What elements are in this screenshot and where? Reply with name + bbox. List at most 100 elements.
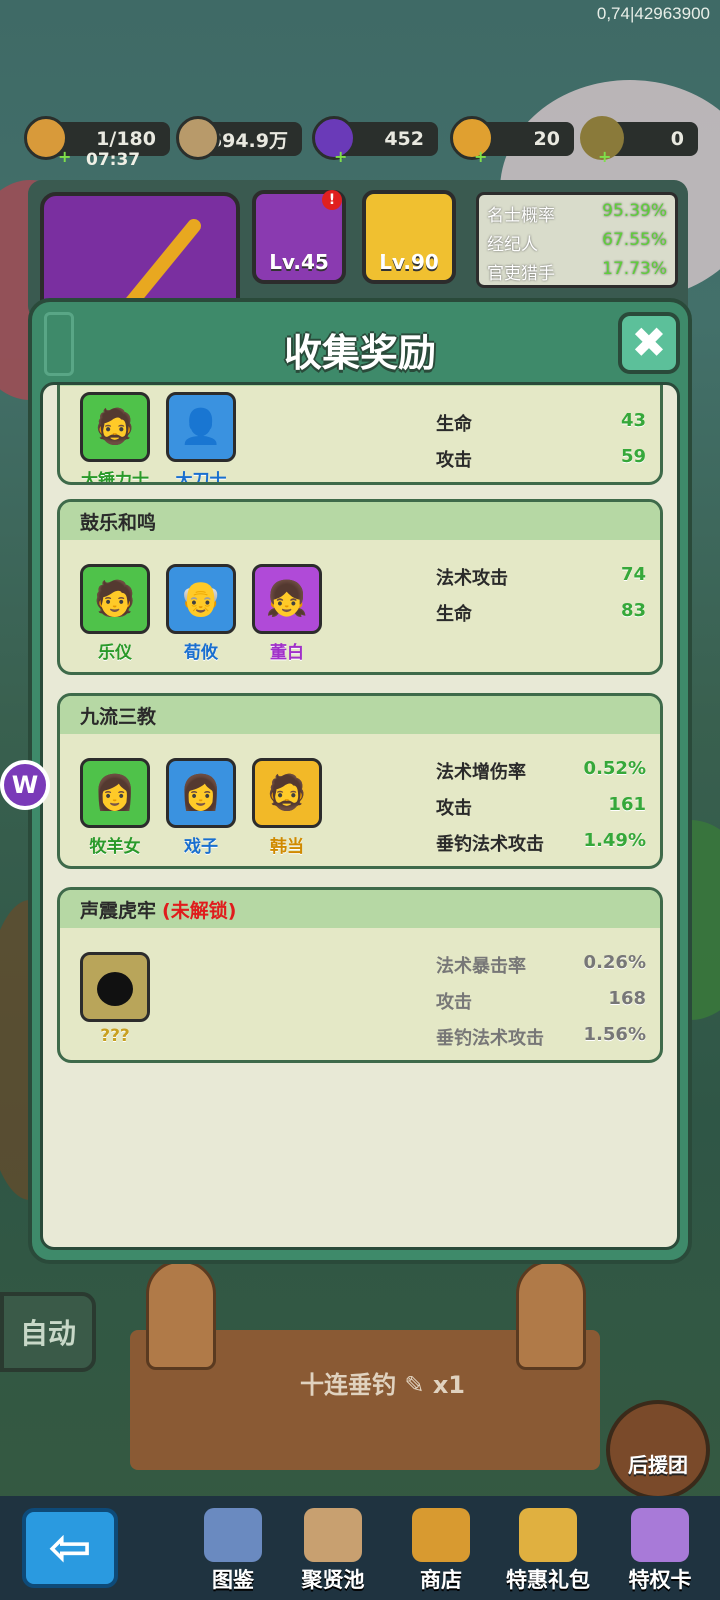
stat-value: 1.56% <box>583 1024 646 1045</box>
stat-value: 43 <box>620 410 646 431</box>
alert-badge-icon: ! <box>322 190 342 210</box>
hero-name: 大锤力士 <box>81 471 149 485</box>
add-stamina-icon[interactable]: + <box>58 149 72 165</box>
card-header <box>60 385 660 386</box>
top-stat-row: 官吏猎手 17.73% <box>487 259 667 288</box>
stat-label: 攻击 <box>436 992 472 1013</box>
back-button[interactable]: ⇦ <box>22 1508 118 1588</box>
stat-row: 攻击 168 <box>436 988 646 1014</box>
floating-w-badge[interactable]: W <box>0 760 50 810</box>
stat-label: 垂钓法术攻击 <box>436 834 544 855</box>
hero-name: 牧羊女 <box>89 837 141 857</box>
tab-label: 聚贤池 <box>301 1568 365 1592</box>
top-stat-value: 67.55% <box>602 230 667 250</box>
badge-letter: W <box>11 771 39 799</box>
hero-portrait-icon: 🧑 <box>80 564 150 634</box>
scroll-map-icon <box>304 1508 362 1562</box>
hero-slot[interactable]: 👤 大刀士 <box>166 392 236 485</box>
card-header: 九流三教 <box>60 696 660 734</box>
hero-slot[interactable]: 👩 牧羊女 <box>80 758 150 857</box>
tab-privilege-card[interactable]: 特权卡 <box>610 1500 710 1600</box>
hero-name: 董白 <box>270 643 304 663</box>
collection-list[interactable]: 🧔 大锤力士 👤 大刀士 生命 43 攻击 59 鼓乐和鸣 🧑 乐仪 👴 荀攸 👧 <box>40 382 680 1250</box>
top-stat-label: 名士概率 <box>487 206 555 226</box>
tab-label: 商店 <box>420 1568 462 1592</box>
tab-label: 特惠礼包 <box>506 1568 590 1592</box>
stat-value: 0.26% <box>583 952 646 973</box>
ten-cast-count: x1 <box>432 1371 466 1399</box>
top-stat-value: 95.39% <box>602 201 667 221</box>
hero-slot[interactable]: 👩 戏子 <box>166 758 236 857</box>
stat-value: 74 <box>620 564 646 585</box>
stat-label: 法术攻击 <box>436 568 508 589</box>
book-icon <box>204 1508 262 1562</box>
card-header: 声震虎牢 (未解锁) <box>60 890 660 928</box>
collection-card-locked: 声震虎牢 (未解锁) ??? 法术暴击率 0.26% 攻击 168 垂钓法术攻击 1.5… <box>57 887 663 1063</box>
stat-label: 攻击 <box>436 798 472 819</box>
auto-button[interactable]: 自动 <box>0 1292 96 1372</box>
hero-slot[interactable]: 👧 董白 <box>252 564 322 663</box>
top-stats-panel: 名士概率 95.39% 经纪人 67.55% 官吏猎手 17.73% <box>476 192 678 288</box>
hero-slot[interactable]: 🧔 韩当 <box>252 758 322 857</box>
add-rods-icon[interactable]: + <box>598 149 612 165</box>
rods-value: 0 <box>670 128 684 150</box>
silhouette-icon <box>80 952 150 1022</box>
close-button[interactable]: ✖ <box>618 312 680 374</box>
tab-shop[interactable]: 商店 <box>398 1500 484 1600</box>
tab-special-pack[interactable]: 特惠礼包 <box>500 1500 596 1600</box>
hero-name: 荀攸 <box>184 643 218 663</box>
modal-title: 收集奖励 <box>283 331 436 375</box>
tab-codex[interactable]: 图鉴 <box>190 1500 276 1600</box>
top-stat-value: 17.73% <box>602 259 667 279</box>
ten-cast-button[interactable]: 十连垂钓 ✎ x1 <box>300 1365 465 1400</box>
stat-label: 生命 <box>436 414 472 435</box>
collection-card: 🧔 大锤力士 👤 大刀士 生命 43 攻击 59 <box>57 385 663 485</box>
hero-slot[interactable]: 👴 荀攸 <box>166 564 236 663</box>
card-title: 声震虎牢 <box>80 899 157 922</box>
stamina-value: 1/180 <box>96 128 156 150</box>
helper-team-button[interactable]: 后援团 <box>606 1400 710 1500</box>
top-stat-row: 经纪人 67.55% <box>487 230 667 259</box>
stat-label: 法术增伤率 <box>436 762 526 783</box>
stat-row: 攻击 161 <box>436 794 646 820</box>
tab-label: 图鉴 <box>212 1568 254 1592</box>
line-level: Lv.45 <box>269 250 329 274</box>
stat-row: 法术增伤率 0.52% <box>436 758 646 784</box>
hero-slot[interactable]: 🧑 乐仪 <box>80 564 150 663</box>
stat-row: 生命 43 <box>436 410 646 436</box>
stat-label: 垂钓法术攻击 <box>436 1028 544 1049</box>
coin-icon <box>176 116 220 160</box>
stat-row: 法术攻击 74 <box>436 564 646 590</box>
bait-level: Lv.90 <box>379 250 439 274</box>
stat-row: 法术暴击率 0.26% <box>436 952 646 978</box>
top-stat-label: 官吏猎手 <box>487 264 555 284</box>
collection-card: 鼓乐和鸣 🧑 乐仪 👴 荀攸 👧 董白 法术攻击 74 生命 83 <box>57 499 663 675</box>
add-tokens-icon[interactable]: + <box>474 149 488 165</box>
debug-coords: 0,74|42963900 <box>596 4 710 23</box>
hero-portrait-icon: 🧔 <box>252 758 322 828</box>
auto-label: 自动 <box>19 1317 76 1350</box>
add-gems-icon[interactable]: + <box>334 149 348 165</box>
hero-name: 大刀士 <box>175 471 227 485</box>
stat-label: 攻击 <box>436 450 472 471</box>
hero-slot[interactable]: 🧔 大锤力士 <box>80 392 150 485</box>
stat-row: 垂钓法术攻击 1.56% <box>436 1024 646 1050</box>
tab-recruit-pool[interactable]: 聚贤池 <box>290 1500 376 1600</box>
dock-post <box>146 1260 216 1370</box>
gems-value: 452 <box>384 128 424 150</box>
hero-portrait-icon: 👩 <box>80 758 150 828</box>
stat-value: 59 <box>620 446 646 467</box>
hero-name: ??? <box>100 1026 130 1046</box>
stat-value: 0.52% <box>583 758 646 779</box>
card-header: 鼓乐和鸣 <box>60 502 660 540</box>
bait-equip-slot[interactable]: Lv.90 <box>362 190 456 284</box>
stat-value: 168 <box>608 988 646 1009</box>
hero-slot-locked[interactable]: ??? <box>80 952 150 1046</box>
dock-post <box>516 1260 586 1370</box>
collection-card: 九流三教 👩 牧羊女 👩 戏子 🧔 韩当 法术增伤率 0.52% 攻击 161 垂钓… <box>57 693 663 869</box>
hero-name: 乐仪 <box>98 643 132 663</box>
privilege-card-icon <box>631 1508 689 1562</box>
tab-label: 特权卡 <box>628 1568 692 1592</box>
stat-value: 161 <box>608 794 646 815</box>
top-stat-label: 经纪人 <box>487 235 538 255</box>
